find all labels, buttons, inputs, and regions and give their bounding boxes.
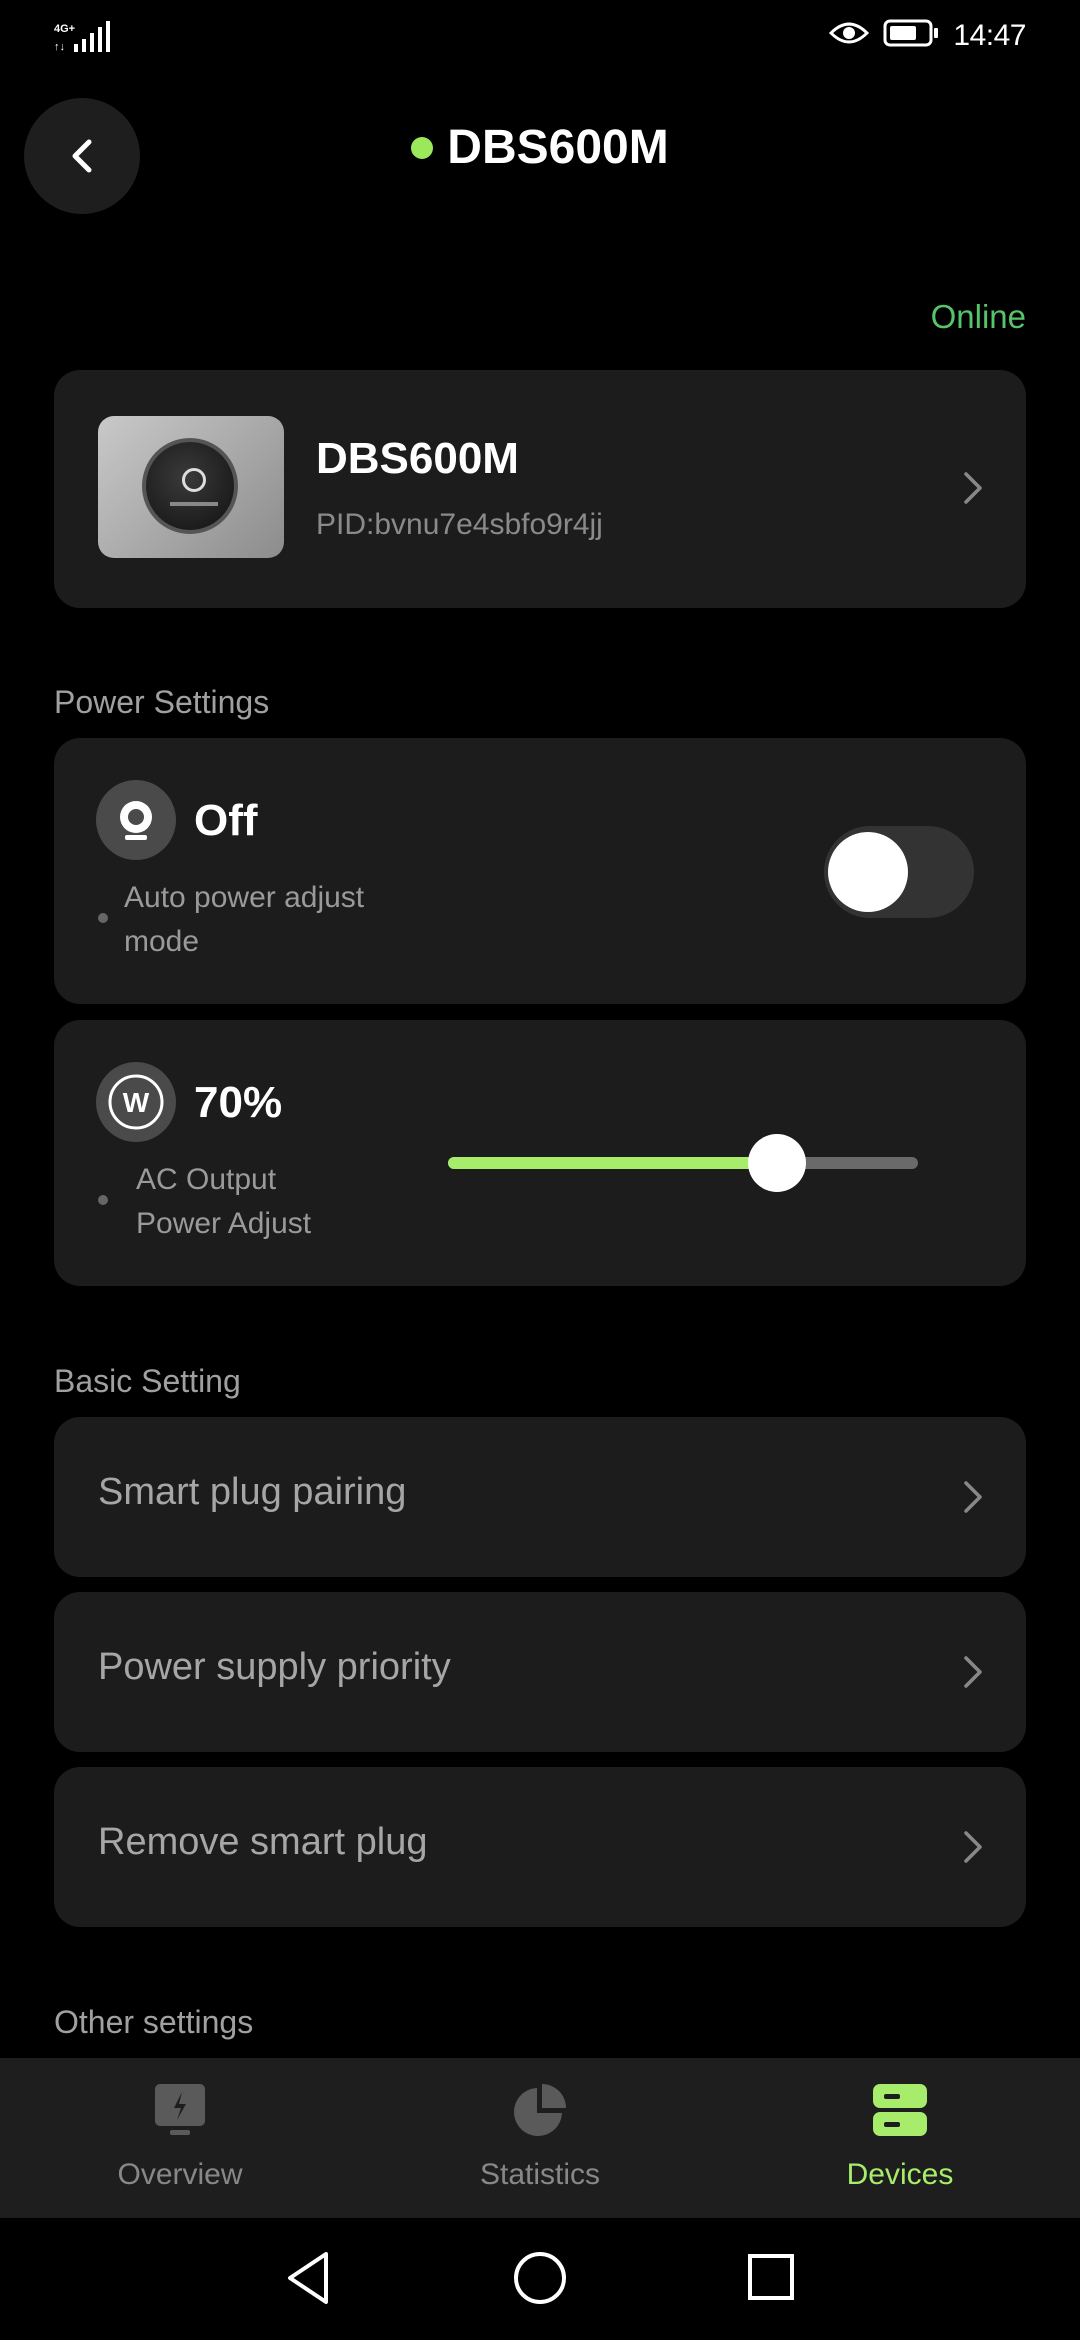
- auto-power-value: Off: [194, 796, 258, 845]
- chevron-right-icon: [964, 1831, 982, 1863]
- online-status: Online: [930, 298, 1026, 335]
- bullet: [98, 1195, 108, 1205]
- ac-output-label: AC Output Power Adjust: [136, 1163, 312, 1240]
- power-settings-label: Power Settings: [54, 684, 270, 720]
- overview-icon: [150, 2080, 210, 2145]
- statistics-icon: [510, 2080, 570, 2145]
- power-supply-priority-row[interactable]: Power supply priority: [54, 1592, 1026, 1752]
- signal-icon: 4G+ ↑↓: [54, 20, 114, 59]
- bullet: [98, 913, 108, 923]
- devices-icon: [870, 2080, 930, 2145]
- ac-output-value: 70%: [194, 1078, 283, 1127]
- nav-overview[interactable]: Overview: [0, 2058, 360, 2218]
- status-bar: 4G+ ↑↓ 14:47: [0, 0, 1080, 72]
- other-settings-label: Other settings: [54, 2004, 254, 2040]
- smart-plug-pairing-row[interactable]: Smart plug pairing: [54, 1417, 1026, 1577]
- device-image: [98, 416, 284, 558]
- remove-smart-plug-row[interactable]: Remove smart plug: [54, 1767, 1026, 1927]
- recents-square-icon[interactable]: [744, 2248, 796, 2308]
- slider-knob[interactable]: [748, 1134, 806, 1192]
- page-title: DBS600M: [447, 121, 669, 174]
- home-circle-icon[interactable]: [512, 2248, 568, 2308]
- chevron-right-icon: [964, 1481, 982, 1513]
- watt-icon: W: [96, 1062, 176, 1142]
- nav-statistics[interactable]: Statistics: [360, 2058, 720, 2218]
- clock: 14:47: [953, 18, 1026, 52]
- back-triangle-icon[interactable]: [282, 2248, 334, 2308]
- battery-icon: [883, 18, 939, 53]
- svg-text:4G+: 4G+: [54, 23, 75, 35]
- device-card[interactable]: DBS600M PID:bvnu7e4sbfo9r4jj: [54, 370, 1026, 608]
- svg-text:↑↓: ↑↓: [54, 41, 65, 53]
- row-label: Remove smart plug: [98, 1821, 428, 1863]
- nav-devices[interactable]: Devices: [720, 2058, 1080, 2218]
- device-pid: PID:bvnu7e4sbfo9r4jj: [316, 508, 603, 541]
- auto-power-label: Auto power adjust mode: [124, 881, 365, 958]
- device-name: DBS600M: [316, 434, 519, 483]
- system-nav-bar: [0, 2218, 1080, 2340]
- online-dot: [411, 136, 434, 159]
- toggle-thumb: [828, 832, 908, 912]
- ac-output-slider[interactable]: [448, 1134, 918, 1192]
- bottom-nav: Overview Statistics Devices: [0, 2058, 1080, 2218]
- basic-setting-label: Basic Setting: [54, 1363, 241, 1399]
- chevron-right-icon: [964, 1656, 982, 1688]
- auto-power-toggle[interactable]: [824, 826, 974, 918]
- nav-label: Statistics: [479, 2158, 601, 2191]
- chevron-right-icon: [964, 472, 982, 504]
- row-label: Smart plug pairing: [98, 1471, 407, 1513]
- nav-label: Devices: [846, 2158, 954, 2191]
- nav-label: Overview: [117, 2158, 243, 2191]
- row-label: Power supply priority: [98, 1646, 451, 1688]
- svg-text:W: W: [123, 1087, 150, 1118]
- eye-icon: [829, 19, 870, 52]
- page-header: DBS600M: [0, 120, 1080, 175]
- slider-fill: [448, 1157, 777, 1169]
- auto-power-card: Off Auto power adjust mode: [54, 738, 1026, 1004]
- ac-output-card: W 70% AC Output Power Adjust: [54, 1020, 1026, 1286]
- power-mode-icon: [96, 780, 176, 860]
